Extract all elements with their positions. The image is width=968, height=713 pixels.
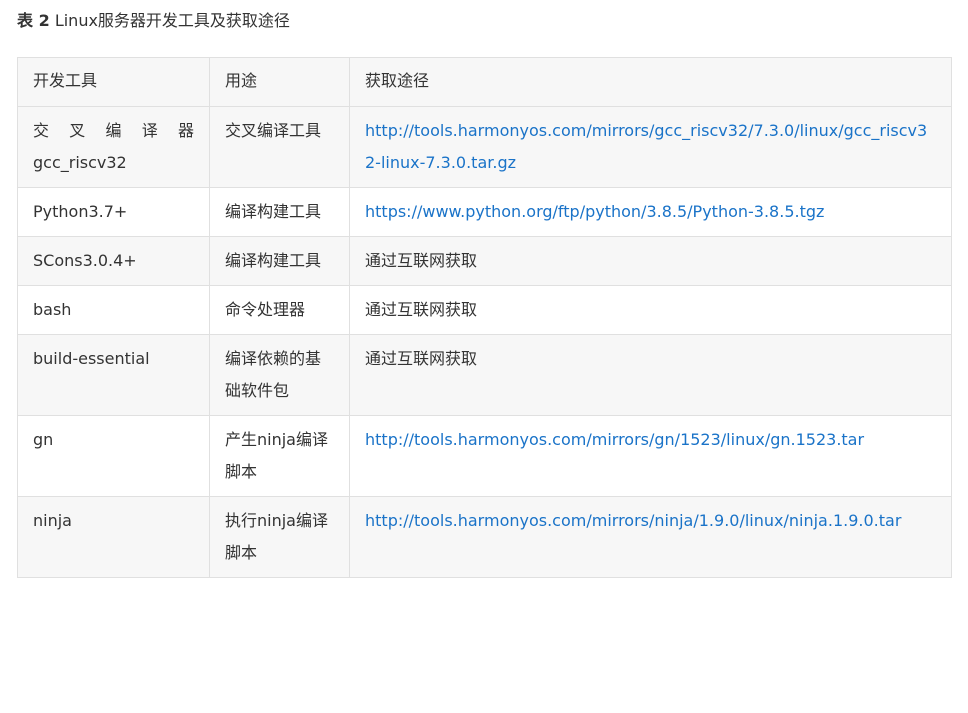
table-header-row: 开发工具 用途 获取途径 — [17, 57, 952, 107]
source-cell: 通过互联网获取 — [349, 285, 952, 335]
purpose-cell: 交叉编译工具 — [209, 106, 350, 188]
tool-cell: 交叉编译器 gcc_riscv32 — [17, 106, 210, 188]
table-row: Python3.7+ 编译构建工具 https://www.python.org… — [17, 187, 952, 237]
tool-cell: Python3.7+ — [17, 187, 210, 237]
table-caption: 表 2 Linux服务器开发工具及获取途径 — [17, 10, 290, 32]
purpose-cell: 命令处理器 — [209, 285, 350, 335]
tool-cell: SCons3.0.4+ — [17, 236, 210, 286]
tool-cell: bash — [17, 285, 210, 335]
dev-tools-table: 开发工具 用途 获取途径 交叉编译器 gcc_riscv32 交叉编译工具 ht… — [17, 57, 952, 578]
source-cell: 通过互联网获取 — [349, 334, 952, 416]
source-cell: 通过互联网获取 — [349, 236, 952, 286]
table-row: 交叉编译器 gcc_riscv32 交叉编译工具 http://tools.ha… — [17, 106, 952, 188]
source-link[interactable]: http://tools.harmonyos.com/mirrors/ninja… — [365, 511, 901, 530]
table-row: gn 产生ninja编译脚本 http://tools.harmonyos.co… — [17, 415, 952, 497]
tool-name-line2: gcc_riscv32 — [33, 153, 127, 172]
table-title: Linux服务器开发工具及获取途径 — [54, 11, 290, 30]
table-row: SCons3.0.4+ 编译构建工具 通过互联网获取 — [17, 236, 952, 286]
table-row: bash 命令处理器 通过互联网获取 — [17, 285, 952, 335]
tool-cell: ninja — [17, 496, 210, 578]
header-source: 获取途径 — [349, 57, 952, 107]
table-row: build-essential 编译依赖的基础软件包 通过互联网获取 — [17, 334, 952, 416]
tool-cell: build-essential — [17, 334, 210, 416]
header-purpose: 用途 — [209, 57, 350, 107]
purpose-cell: 编译依赖的基础软件包 — [209, 334, 350, 416]
table-row: ninja 执行ninja编译脚本 http://tools.harmonyos… — [17, 496, 952, 578]
source-link[interactable]: http://tools.harmonyos.com/mirrors/gcc_r… — [365, 121, 927, 172]
source-cell: http://tools.harmonyos.com/mirrors/gn/15… — [349, 415, 952, 497]
tool-name-line1: 交叉编译器 — [33, 121, 194, 140]
source-link[interactable]: https://www.python.org/ftp/python/3.8.5/… — [365, 202, 824, 221]
header-tool: 开发工具 — [17, 57, 210, 107]
purpose-cell: 产生ninja编译脚本 — [209, 415, 350, 497]
purpose-cell: 执行ninja编译脚本 — [209, 496, 350, 578]
purpose-cell: 编译构建工具 — [209, 187, 350, 237]
table-number: 表 2 — [17, 11, 50, 30]
source-cell: http://tools.harmonyos.com/mirrors/ninja… — [349, 496, 952, 578]
tool-cell: gn — [17, 415, 210, 497]
source-cell: http://tools.harmonyos.com/mirrors/gcc_r… — [349, 106, 952, 188]
source-link[interactable]: http://tools.harmonyos.com/mirrors/gn/15… — [365, 430, 864, 449]
purpose-cell: 编译构建工具 — [209, 236, 350, 286]
source-cell: https://www.python.org/ftp/python/3.8.5/… — [349, 187, 952, 237]
